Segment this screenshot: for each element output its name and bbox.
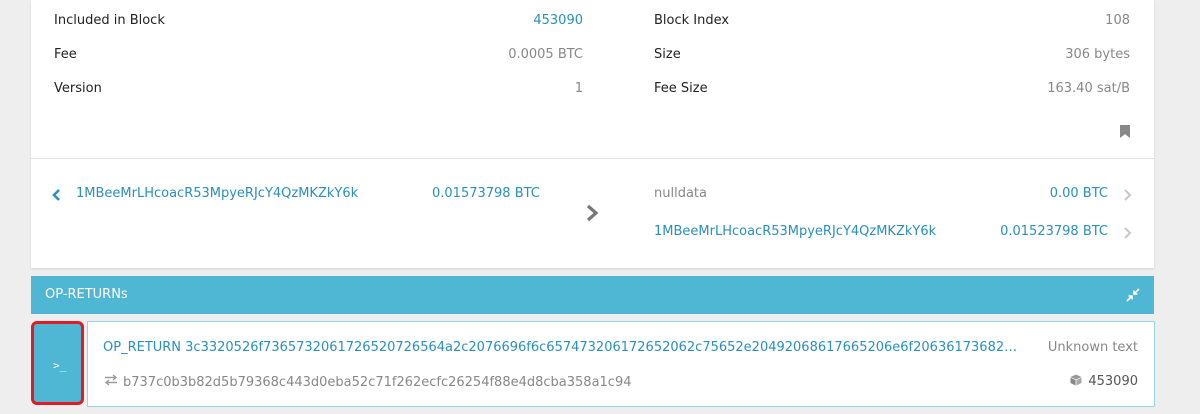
chevron-left-icon[interactable] [50, 188, 64, 202]
cube-icon [1070, 374, 1082, 386]
transaction-summary-card: Included in Block 453090 Fee 0.0005 BTC … [31, 0, 1154, 268]
arrow-right-icon [586, 204, 599, 222]
input-address-link[interactable]: 1MBeeMrLHcoacR53MpyeRJcY4QzMKZkY6k [76, 186, 358, 201]
page: Included in Block 453090 Fee 0.0005 BTC … [0, 0, 1200, 414]
size-value: 306 bytes [1065, 47, 1130, 62]
bookmark-icon[interactable] [1120, 125, 1130, 138]
version-label: Version [54, 81, 102, 96]
op-return-block: 453090 [1070, 374, 1138, 389]
fee-size-label: Fee Size [654, 81, 708, 96]
collapse-icon[interactable] [1126, 288, 1140, 302]
fee-value: 0.0005 BTC [508, 47, 583, 62]
output-2-address-link[interactable]: 1MBeeMrLHcoacR53MpyeRJcY4QzMKZkY6k [654, 224, 936, 239]
divider [31, 158, 1154, 159]
op-returns-header: OP-RETURNs [31, 276, 1154, 314]
output-1-address: nulldata [654, 186, 707, 201]
op-return-card: OP_RETURN 3c3320526f73657320617265207265… [87, 321, 1155, 407]
block-index-label: Block Index [654, 13, 730, 28]
terminal-button[interactable]: >_ [31, 321, 84, 405]
input-amount: 0.01573798 BTC [432, 186, 540, 201]
op-return-item: >_ OP_RETURN 3c3320526f73657320617265207… [31, 320, 1155, 408]
tx-hash-text[interactable]: b737c0b3b82d5b79368c443d0eba52c71f262ecf… [123, 375, 632, 390]
block-index-value: 108 [1105, 13, 1130, 28]
chevron-right-icon[interactable] [1120, 226, 1134, 240]
output-1-amount: 0.00 BTC [1049, 186, 1108, 201]
fee-size-value: 163.40 sat/B [1047, 81, 1130, 96]
version-value: 1 [574, 81, 583, 96]
op-return-type: Unknown text [1047, 340, 1138, 355]
fee-label: Fee [54, 47, 77, 62]
chevron-right-icon[interactable] [1120, 188, 1134, 202]
size-label: Size [654, 47, 681, 62]
terminal-icon: >_ [53, 359, 67, 372]
op-returns-title: OP-RETURNs [45, 287, 128, 302]
op-return-tx-hash: b737c0b3b82d5b79368c443d0eba52c71f262ecf… [103, 374, 632, 390]
swap-icon [104, 374, 118, 386]
block-number[interactable]: 453090 [1088, 374, 1138, 389]
included-in-block-label: Included in Block [54, 13, 165, 28]
included-in-block-link[interactable]: 453090 [533, 13, 583, 28]
op-return-data-link[interactable]: OP_RETURN 3c3320526f73657320617265207265… [103, 340, 1023, 355]
output-2-amount: 0.01523798 BTC [1000, 224, 1108, 239]
